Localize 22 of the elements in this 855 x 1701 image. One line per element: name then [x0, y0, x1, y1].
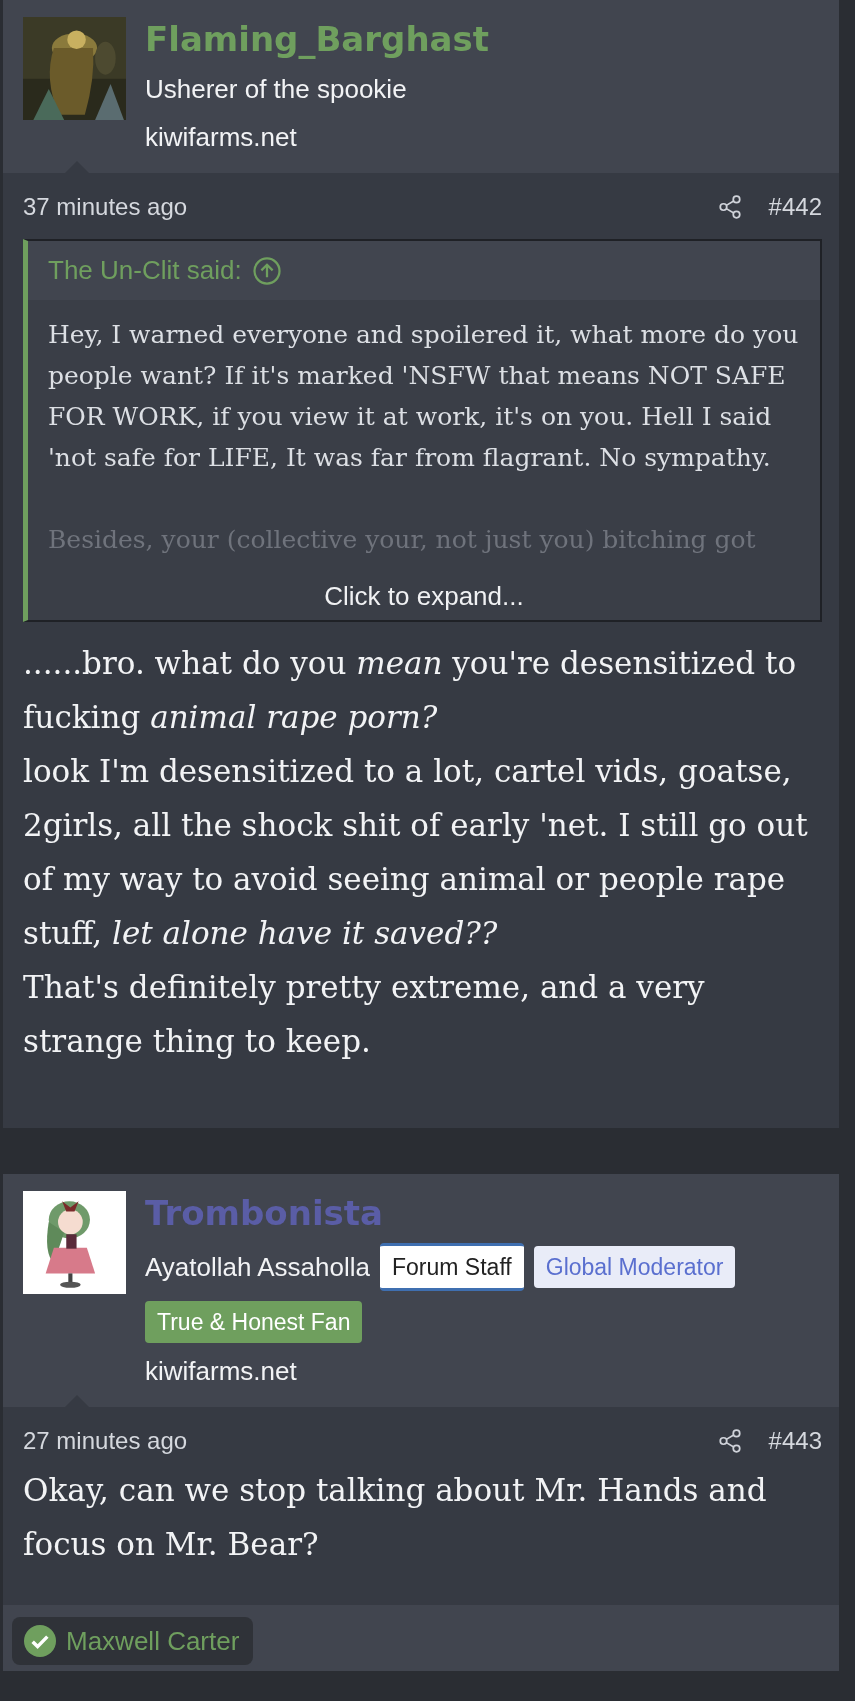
post-text: look I'm desensitized to a lot, cartel vids, goatse, 2girls, all the shock shit of early 'net. I still go out of my way to avoid seeing animal or people rape stuff, let alone have it saved??	[22, 752, 809, 953]
share-icon[interactable]	[716, 194, 743, 220]
site-name: kiwifarms.net	[145, 1355, 298, 1388]
post-number[interactable]: #442	[768, 193, 822, 221]
post-time[interactable]: 27 minutes ago	[23, 1427, 188, 1455]
check-circle-icon	[24, 1625, 56, 1657]
user-badge: Forum Staff	[380, 1243, 524, 1291]
post-number[interactable]: #443	[768, 1427, 822, 1455]
site-name: kiwifarms.net	[145, 121, 298, 154]
share-icon[interactable]	[716, 1428, 743, 1454]
post-time[interactable]: 37 minutes ago	[23, 193, 188, 221]
user-badge: True & Honest Fan	[145, 1301, 363, 1343]
user-badge: Global Moderator	[533, 1246, 736, 1288]
reaction-chip[interactable]: Maxwell Carter	[12, 1617, 254, 1665]
arrow-up-circle-icon[interactable]	[251, 255, 282, 286]
post-text: Okay, can we stop talking about Mr. Hands and focus on Mr. Bear?	[22, 1471, 768, 1564]
user-title: Ayatollah Assaholla	[145, 1251, 370, 1284]
quote-text: Hey, I warned everyone and spoilered it, what more do you people want? If it's marked 'NSFW that means NOT SAFE FOR WORK, if you view it at work, it's on you. Hell I said 'not safe for LIFE, It was far from flagrant. No sympathy.	[48, 319, 800, 474]
expand-link[interactable]: Click to expand...	[28, 581, 820, 612]
post-text: ......bro. what do you mean you're desensitized to fucking animal rape porn?	[22, 644, 798, 737]
user-title: Usherer of the spookie	[145, 73, 407, 106]
post-text: That's definitely pretty extreme, and a very strange thing to keep.	[22, 968, 706, 1061]
